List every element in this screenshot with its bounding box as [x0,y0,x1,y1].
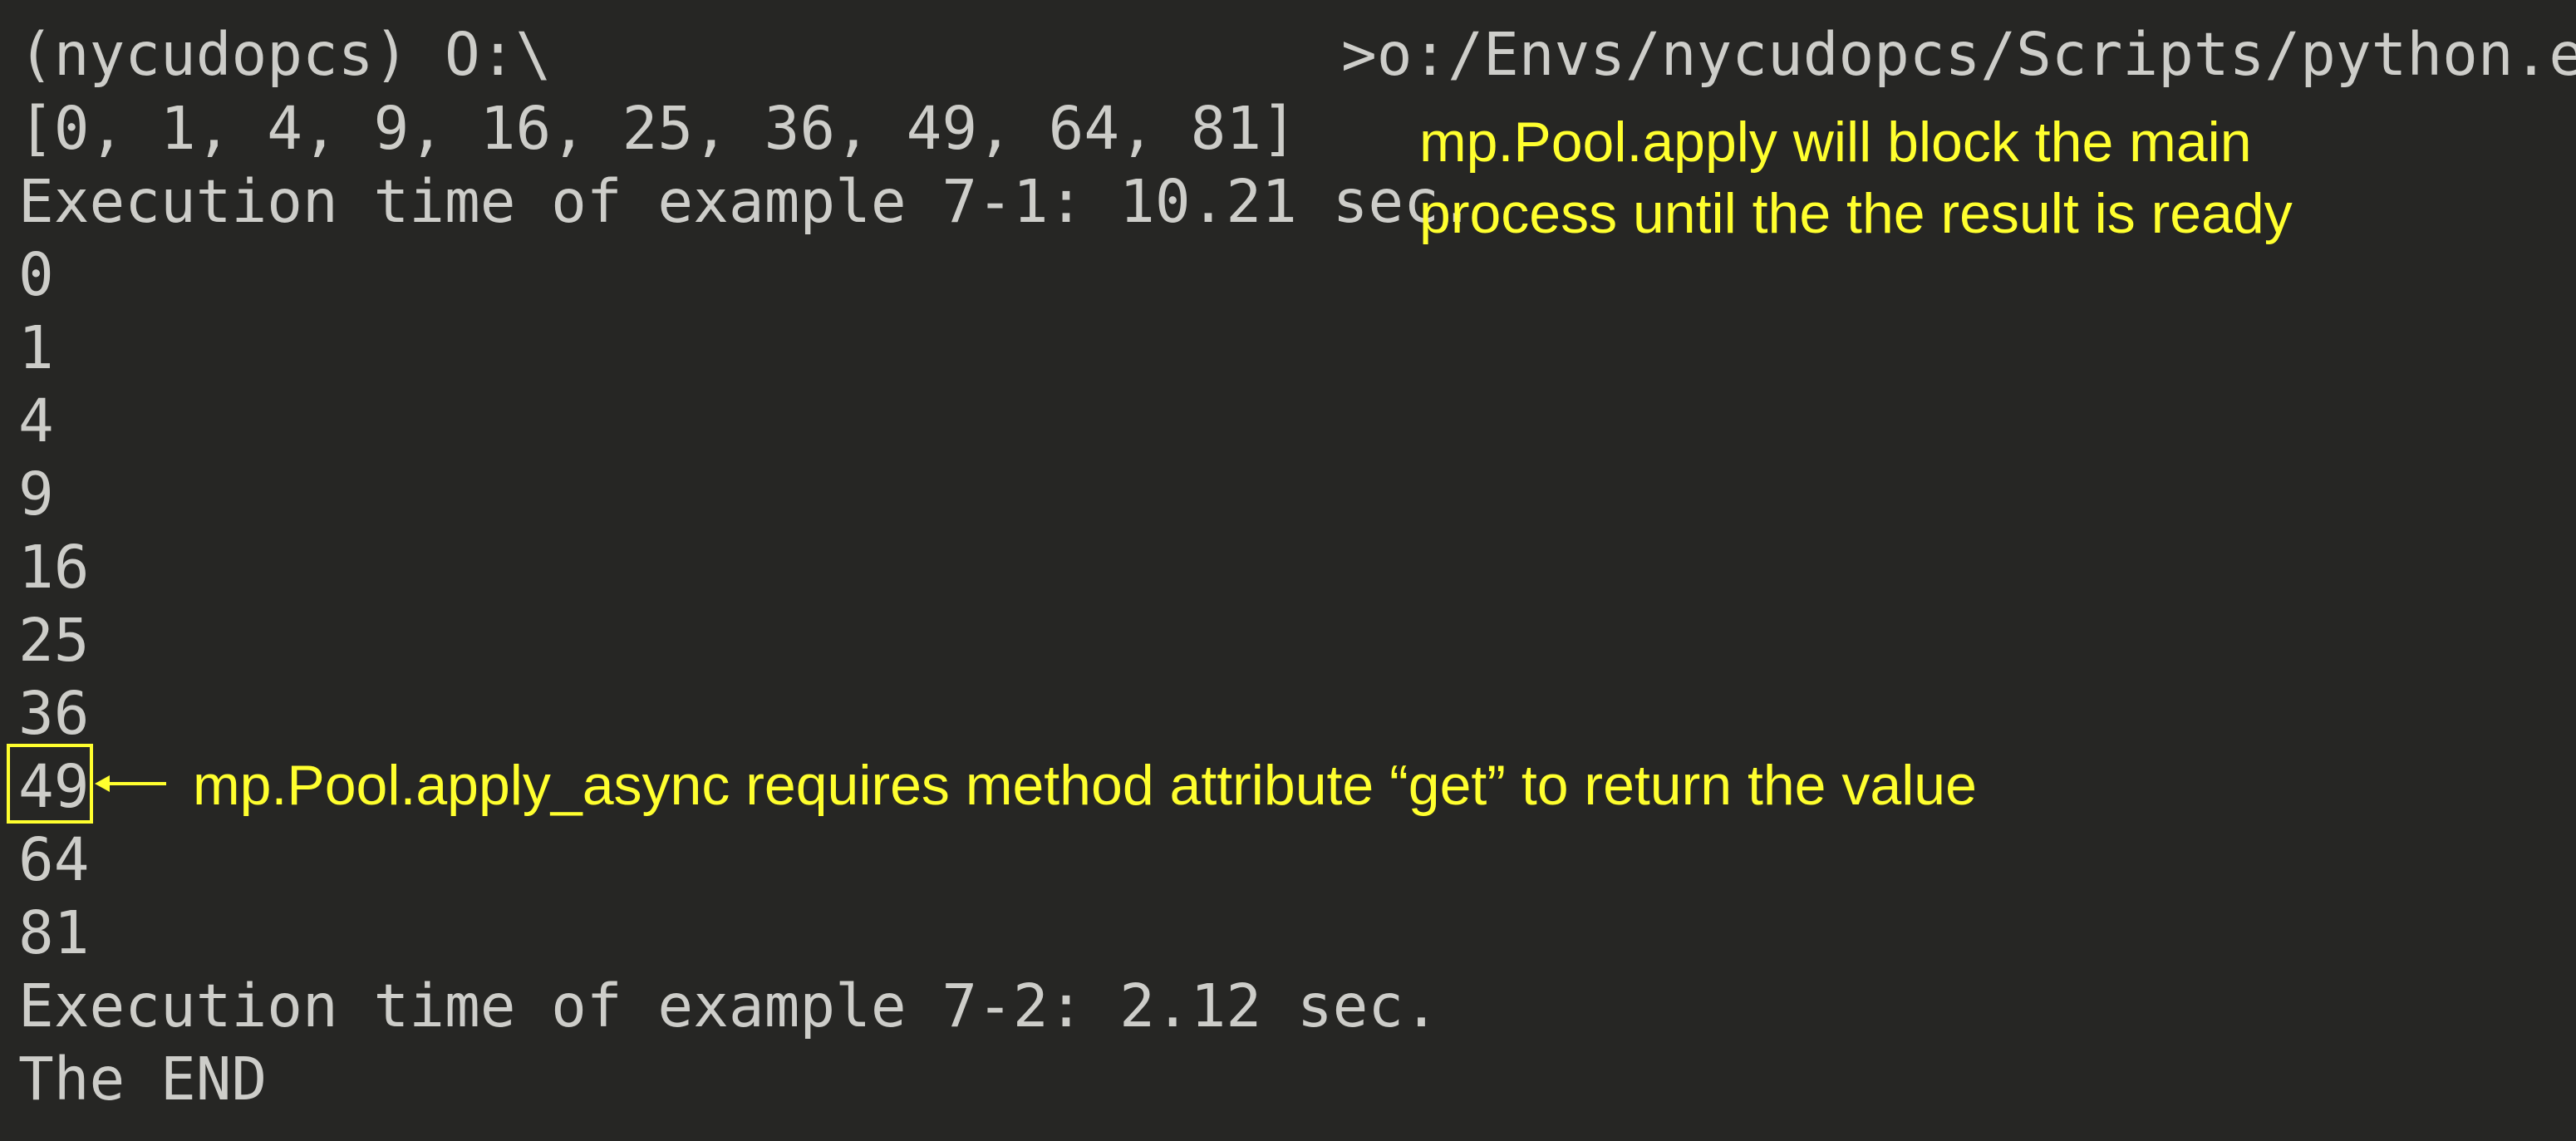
output-line: The END [18,1045,268,1114]
output-line: 36 [18,679,90,748]
output-line: 9 [18,460,54,529]
highlight-box [7,744,93,824]
apply-note-line2: process until the the result is ready [1419,182,2293,245]
arrow-left-icon [95,775,166,792]
output-line: 0 [18,240,54,309]
output-line: [0, 1, 4, 9, 16, 25, 36, 49, 64, 81] [18,94,1297,163]
output-line: 16 [18,533,90,602]
apply-async-note: mp.Pool.apply_async requires method attr… [193,754,1977,817]
prompt-line: (nycudopcs) O:\ [18,20,552,89]
output-line: 81 [18,898,90,967]
output-line: Execution time of example 7-2: 2.12 sec. [18,971,1439,1040]
prompt-path: >o:/Envs/nycudopcs/Scripts/python.exe [1341,20,2576,89]
output-line: Execution time of example 7-1: 10.21 sec… [18,167,1475,236]
apply-note-line1: mp.Pool.apply will block the main [1419,111,2252,174]
output-line: 1 [18,313,54,382]
output-line: 4 [18,386,54,455]
output-line: 25 [18,606,90,675]
output-line: 64 [18,825,90,894]
terminal-window[interactable]: (nycudopcs) O:\ >o:/Envs/nycudopcs/Scrip… [0,0,2576,1141]
